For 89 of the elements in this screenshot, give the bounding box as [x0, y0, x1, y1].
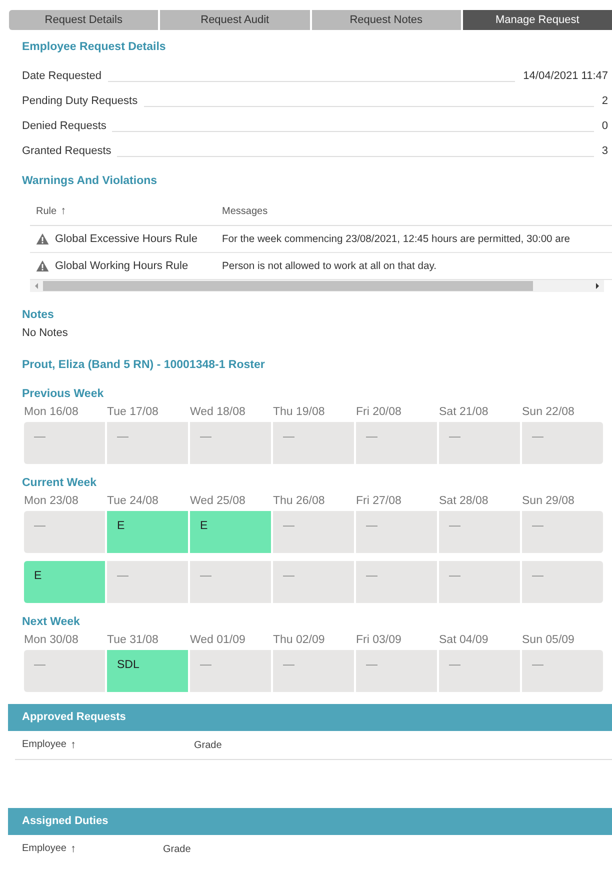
sort-icon[interactable]: ↑	[70, 739, 76, 751]
table-cell: Person is not allowed to work at all on that day.	[222, 261, 436, 272]
week-title: Previous Week	[22, 388, 105, 402]
warning-icon	[36, 233, 49, 245]
day-label: Wed 25/08	[190, 495, 246, 509]
column-header[interactable]: Employee	[22, 739, 66, 751]
roster-cell[interactable]: —	[24, 422, 105, 464]
day-label: Wed 01/09	[190, 634, 246, 648]
day-label: Tue 24/08	[107, 495, 160, 509]
scrollbar-thumb[interactable]	[43, 281, 533, 291]
day-label: Thu 19/08	[273, 406, 326, 420]
roster-cell[interactable]: —	[24, 511, 105, 553]
roster-cell[interactable]: —	[522, 650, 603, 692]
roster-cell[interactable]: —	[356, 561, 437, 603]
field-label: Pending Duty Requests	[22, 95, 138, 107]
day-label: Mon 30/08	[24, 634, 80, 648]
roster-cell[interactable]: E	[107, 511, 188, 553]
day-label: Sun 29/08	[522, 495, 576, 509]
column-header[interactable]: Messages	[222, 206, 268, 216]
roster-cell[interactable]: —	[107, 561, 188, 603]
roster-cell[interactable]: —	[439, 650, 520, 692]
roster-title: Prout, Eliza (Band 5 RN) - 10001348-1 Roster	[22, 359, 266, 373]
roster-cell[interactable]: —	[356, 422, 437, 464]
week-title: Current Week	[22, 477, 98, 491]
roster-cell[interactable]: —	[439, 422, 520, 464]
sort-icon[interactable]: ↑	[60, 205, 66, 217]
column-header[interactable]: Employee	[22, 843, 66, 855]
day-label: Sun 05/09	[522, 634, 576, 648]
field-value: 2	[602, 95, 608, 107]
roster-cell[interactable]: —	[522, 422, 603, 464]
day-label: Tue 17/08	[107, 406, 160, 420]
roster-cell[interactable]: —	[439, 511, 520, 553]
day-label: Fri 20/08	[356, 406, 402, 420]
roster-cell[interactable]: —	[190, 650, 271, 692]
tab[interactable]: Request Details	[9, 10, 158, 30]
day-label: Mon 23/08	[24, 495, 80, 509]
column-header[interactable]: Grade	[163, 844, 191, 854]
roster-cell[interactable]: —	[107, 422, 188, 464]
field-label: Granted Requests	[22, 145, 112, 157]
column-header[interactable]: Rule	[36, 206, 57, 216]
panel-header: Assigned Duties	[8, 808, 612, 835]
roster-cell[interactable]: —	[273, 650, 354, 692]
day-label: Thu 26/08	[273, 495, 326, 509]
roster-cell[interactable]: —	[273, 511, 354, 553]
scroll-right-icon[interactable]	[593, 280, 601, 292]
week-title: Next Week	[22, 616, 81, 630]
tab[interactable]: Manage Request	[462, 10, 612, 30]
column-header[interactable]: Grade	[194, 740, 222, 750]
field-label: Date Requested	[22, 70, 102, 82]
table-cell: Global Excessive Hours Rule	[55, 233, 198, 245]
day-label: Wed 18/08	[190, 406, 246, 420]
day-label: Fri 27/08	[356, 495, 402, 509]
tab[interactable]: Request Notes	[312, 10, 461, 30]
warning-icon	[36, 260, 49, 272]
roster-cell[interactable]: —	[522, 561, 603, 603]
roster-cell[interactable]: E	[24, 561, 105, 603]
panel-header: Approved Requests	[8, 704, 612, 731]
roster-cell[interactable]: —	[190, 561, 271, 603]
day-label: Tue 31/08	[107, 634, 160, 648]
roster-cell[interactable]: —	[24, 650, 105, 692]
table-cell: Global Working Hours Rule	[55, 260, 188, 272]
roster-cell[interactable]: —	[273, 561, 354, 603]
field-value: 14/04/2021 11:47	[523, 70, 608, 82]
field-value: 3	[602, 145, 608, 157]
roster-cell[interactable]: E	[190, 511, 271, 553]
day-label: Mon 16/08	[24, 406, 80, 420]
field-label: Denied Requests	[22, 120, 106, 132]
roster-cell[interactable]: —	[439, 561, 520, 603]
roster-cell[interactable]: —	[522, 511, 603, 553]
day-label: Sat 28/08	[439, 495, 490, 509]
roster-cell[interactable]: —	[356, 650, 437, 692]
table-cell: For the week commencing 23/08/2021, 12:45 hours are permitted, 30:00 are	[222, 234, 570, 245]
field-value: 0	[602, 120, 608, 132]
notes-text: No Notes	[22, 327, 69, 341]
tab[interactable]: Request Audit	[160, 10, 310, 30]
section-title: Warnings And Violations	[22, 175, 158, 189]
roster-cell[interactable]: —	[190, 422, 271, 464]
horizontal-scrollbar[interactable]	[30, 280, 604, 292]
section-title: Employee Request Details	[22, 41, 167, 55]
section-title: Notes	[22, 309, 55, 323]
roster-cell[interactable]: SDL	[107, 650, 188, 692]
day-label: Sat 21/08	[439, 406, 490, 420]
sort-icon[interactable]: ↑	[70, 843, 76, 855]
day-label: Fri 03/09	[356, 634, 402, 648]
roster-cell[interactable]: —	[273, 422, 354, 464]
day-label: Sun 22/08	[522, 406, 576, 420]
day-label: Thu 02/09	[273, 634, 326, 648]
roster-cell[interactable]: —	[356, 511, 437, 553]
day-label: Sat 04/09	[439, 634, 490, 648]
